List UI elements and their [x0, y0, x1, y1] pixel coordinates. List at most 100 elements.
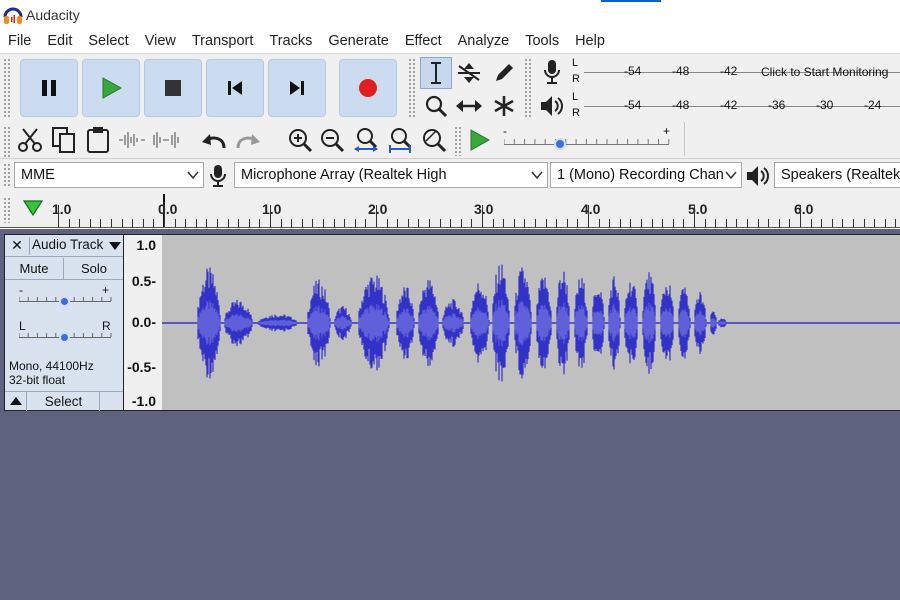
- cut-button[interactable]: [14, 124, 46, 156]
- skip-to-end-button[interactable]: [268, 59, 326, 117]
- play-head-triangle-icon[interactable]: [22, 198, 44, 218]
- zoom-tool-button[interactable]: [420, 90, 452, 122]
- ruler-tick: [355, 219, 356, 227]
- close-track-button[interactable]: ✕: [7, 237, 27, 255]
- track-area[interactable]: ✕ Audio Track Mute Solo - + L R Mono, 44…: [0, 229, 900, 600]
- fit-project-button[interactable]: [384, 124, 416, 156]
- ruler-tick: [164, 205, 165, 227]
- gain-thumb[interactable]: [59, 296, 70, 307]
- play-speed-ticks: [504, 139, 670, 144]
- pan-left-label: L: [19, 319, 26, 333]
- track-menu-button[interactable]: Audio Track: [29, 237, 123, 255]
- ruler-tick: [662, 219, 663, 227]
- timeline-ruler[interactable]: 1.0 0.0 1.0 2.0 3.0 4.0 5.0 6.0: [0, 191, 900, 228]
- menu-select[interactable]: Select: [80, 33, 136, 49]
- device-grip[interactable]: [3, 163, 11, 187]
- microphone-icon: [210, 165, 226, 187]
- mute-button[interactable]: Mute: [5, 258, 64, 279]
- amplitude-ruler[interactable]: 1.0 0.5- 0.0- -0.5- -1.0: [124, 234, 162, 411]
- meter-grip[interactable]: [524, 58, 532, 118]
- menu-generate[interactable]: Generate: [320, 33, 396, 49]
- tools-grip[interactable]: [408, 58, 416, 118]
- ruler-tick: [132, 219, 133, 227]
- recording-channels-select[interactable]: 1 (Mono) Recording Chan: [550, 162, 742, 188]
- toolbar-separator: [684, 122, 685, 156]
- undo-button[interactable]: [198, 124, 230, 156]
- menu-effect[interactable]: Effect: [397, 33, 450, 49]
- zoom-toggle-button[interactable]: [418, 124, 450, 156]
- collapse-track-button[interactable]: [5, 392, 27, 411]
- ruler-label: 6.0: [794, 201, 814, 217]
- playback-device-select[interactable]: Speakers (Realtek H: [774, 162, 900, 188]
- multi-tool-button[interactable]: [488, 90, 520, 122]
- audio-host-select[interactable]: MME: [14, 162, 204, 188]
- recording-device-select[interactable]: Microphone Array (Realtek High: [234, 162, 548, 188]
- pause-button[interactable]: [20, 59, 78, 117]
- copy-button[interactable]: [48, 124, 80, 156]
- playback-meter-scale[interactable]: -54 -48 -42 -36 -30 -24: [584, 90, 900, 122]
- ruler-tick: [206, 219, 207, 227]
- transport-grip[interactable]: [3, 58, 11, 118]
- stop-icon: [165, 80, 181, 96]
- zoom-in-button[interactable]: [284, 124, 316, 156]
- play-button[interactable]: [82, 59, 140, 117]
- ruler-tick: [185, 219, 186, 227]
- skip-to-start-button[interactable]: [206, 59, 264, 117]
- paste-button[interactable]: [82, 124, 114, 156]
- silence-button[interactable]: [150, 124, 182, 156]
- playback-meter-button[interactable]: [536, 90, 568, 122]
- ruler-tick: [440, 219, 441, 227]
- ruler-tick: [577, 219, 578, 227]
- ruler-label: 1.0: [262, 201, 282, 217]
- menu-file[interactable]: File: [0, 33, 39, 49]
- play-speed-thumb[interactable]: [554, 138, 567, 150]
- track-footer: Select: [5, 391, 123, 411]
- gain-slider[interactable]: - +: [5, 283, 123, 313]
- select-track-button[interactable]: Select: [28, 392, 100, 411]
- start-monitoring-hint[interactable]: Click to Start Monitoring: [761, 65, 888, 79]
- solo-button[interactable]: Solo: [65, 258, 123, 279]
- menu-tools[interactable]: Tools: [517, 33, 567, 49]
- ruler-tick: [69, 219, 70, 227]
- ruler-label: 4.0: [581, 201, 601, 217]
- menu-view[interactable]: View: [137, 33, 184, 49]
- gain-plus-label: +: [102, 283, 110, 297]
- play-at-speed-grip[interactable]: [454, 126, 462, 156]
- menu-edit[interactable]: Edit: [39, 33, 80, 49]
- ruler-tick: [376, 205, 377, 227]
- menu-transport[interactable]: Transport: [184, 33, 262, 49]
- pan-thumb[interactable]: [59, 332, 70, 343]
- record-meter-button[interactable]: [536, 56, 568, 88]
- ruler-tick: [535, 219, 536, 227]
- play-speed-slider[interactable]: - +: [500, 124, 680, 156]
- copy-icon: [52, 127, 75, 153]
- pan-slider[interactable]: L R: [5, 319, 123, 349]
- fit-selection-button[interactable]: [350, 124, 382, 156]
- chevron-down-icon: [725, 171, 737, 180]
- zoom-out-button[interactable]: [316, 124, 348, 156]
- ruler-tick: [895, 219, 896, 227]
- device-toolbar: MME Microphone Array (Realtek High 1 (Mo…: [0, 158, 900, 190]
- time-shift-tool-button[interactable]: [453, 90, 485, 122]
- waveform[interactable]: [162, 234, 900, 411]
- ruler-tick: [758, 219, 759, 227]
- trim-button[interactable]: [116, 124, 148, 156]
- record-button[interactable]: [339, 59, 397, 117]
- ruler-tick: [821, 219, 822, 227]
- edit-grip[interactable]: [3, 126, 11, 158]
- redo-button[interactable]: [232, 124, 264, 156]
- pencil-icon: [496, 64, 513, 81]
- envelope-tool-button[interactable]: [453, 57, 485, 89]
- stop-button[interactable]: [144, 59, 202, 117]
- redo-icon: [236, 134, 260, 149]
- menu-analyze[interactable]: Analyze: [450, 33, 518, 49]
- play-at-speed-button[interactable]: [463, 124, 495, 156]
- track-name: Audio Track: [32, 237, 104, 252]
- menu-help[interactable]: Help: [567, 33, 613, 49]
- menu-tracks[interactable]: Tracks: [261, 33, 320, 49]
- track-sample-format-line: 32-bit float: [9, 373, 66, 387]
- chevron-down-icon: [531, 171, 543, 180]
- ruler-tick: [270, 205, 271, 227]
- draw-tool-button[interactable]: [488, 57, 520, 89]
- selection-tool-button[interactable]: [420, 57, 452, 89]
